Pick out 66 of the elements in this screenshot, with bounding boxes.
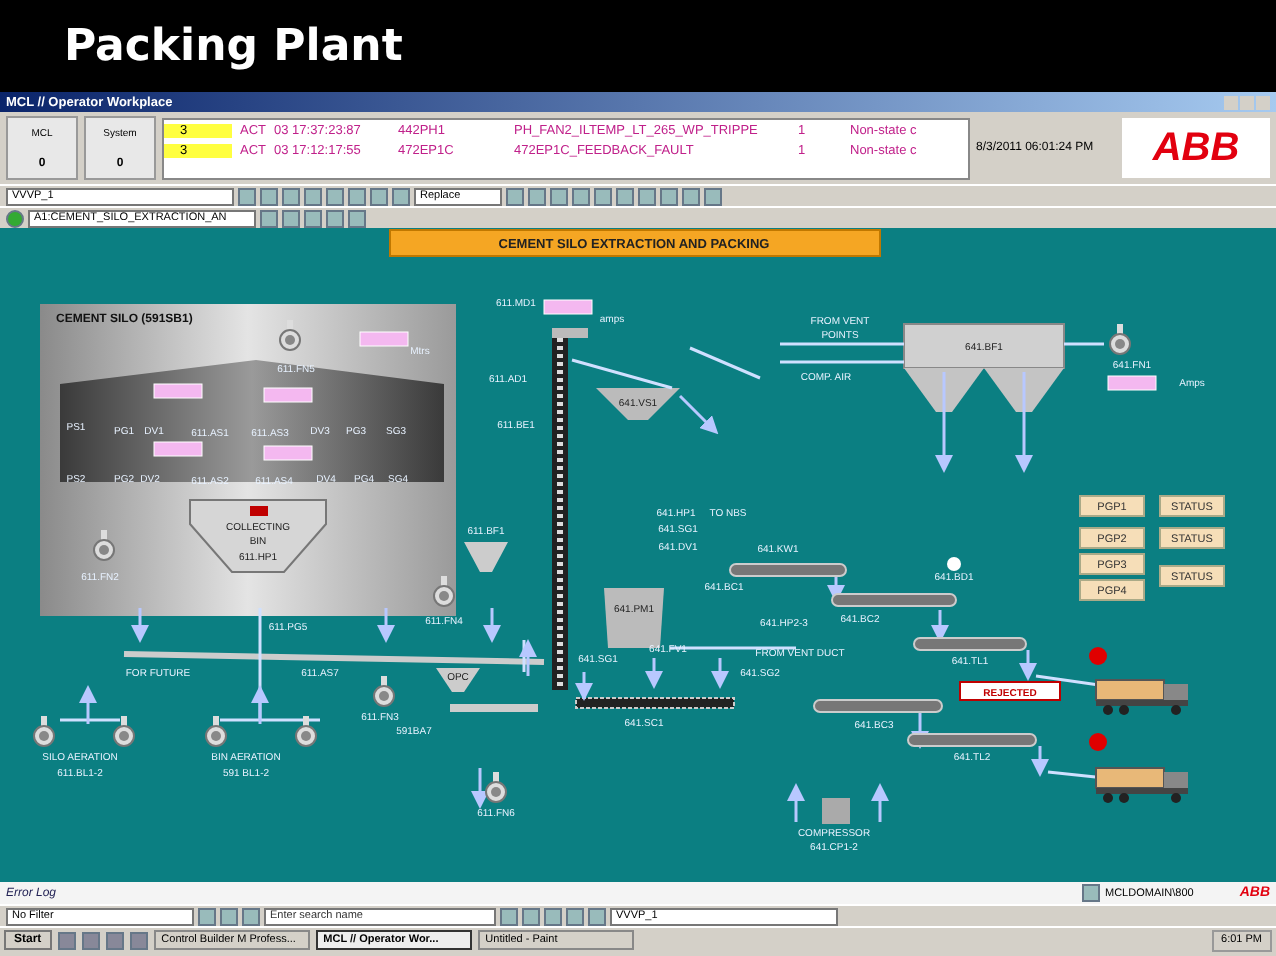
pipe-line xyxy=(571,358,673,390)
fan-icon xyxy=(93,530,115,561)
slide-title: Packing Plant xyxy=(64,21,403,71)
pipe-line xyxy=(522,640,526,672)
hopper xyxy=(596,388,680,420)
meter-display xyxy=(263,387,313,403)
flow-arrow xyxy=(79,685,97,724)
fan-icon xyxy=(279,320,301,351)
flow-arrow xyxy=(787,783,805,822)
flow-arrow xyxy=(931,610,949,643)
flow-arrow xyxy=(935,372,953,473)
pipe-line xyxy=(780,360,904,364)
flow-arrow xyxy=(377,608,395,643)
meter-display xyxy=(153,441,203,457)
meter-display xyxy=(263,445,313,461)
status-indicator xyxy=(250,506,268,516)
flow-arrow xyxy=(1019,650,1037,681)
bin-sensor-icon xyxy=(947,557,961,571)
flow-arrow xyxy=(711,658,729,689)
rejected-sign xyxy=(959,681,1061,701)
flow-arrow xyxy=(871,783,889,822)
fan-icon xyxy=(1109,324,1131,355)
meter-display xyxy=(359,331,409,347)
flow-arrow xyxy=(471,768,489,809)
belt-conveyor xyxy=(907,733,1037,747)
belt-conveyor xyxy=(729,563,847,577)
belt-conveyor xyxy=(913,637,1027,651)
meter-display xyxy=(543,299,593,315)
fan-icon xyxy=(113,716,135,747)
fan-icon xyxy=(33,716,55,747)
meter-display xyxy=(153,383,203,399)
air-slide xyxy=(450,704,538,712)
truck-icon xyxy=(1095,767,1188,803)
pipe-line xyxy=(60,718,120,722)
fan-icon xyxy=(373,676,395,707)
hopper xyxy=(436,668,480,692)
belt-conveyor xyxy=(813,699,943,713)
company-logo: ABB xyxy=(1122,118,1270,178)
fan-icon xyxy=(205,716,227,747)
collecting-bin xyxy=(189,499,327,573)
pipe-line xyxy=(670,646,796,650)
flow-arrow xyxy=(678,394,719,435)
meter-display xyxy=(1107,375,1157,391)
fan-icon xyxy=(295,716,317,747)
fan-icon xyxy=(433,576,455,607)
compressor-drawing xyxy=(822,798,850,824)
flow-arrow xyxy=(131,608,149,643)
flow-arrow xyxy=(575,672,593,701)
user-icon[interactable] xyxy=(1081,884,1099,902)
pipe-line xyxy=(780,342,904,346)
pipe-line xyxy=(689,346,761,380)
hopper xyxy=(464,542,508,572)
fan-icon xyxy=(485,772,507,803)
flow-arrow xyxy=(251,685,269,724)
truck-icon xyxy=(1095,679,1188,715)
flow-arrow xyxy=(1015,372,1033,473)
pipe-line xyxy=(1064,342,1104,346)
hopper xyxy=(604,588,664,648)
alarm-light-icon xyxy=(1089,647,1107,665)
flow-arrow xyxy=(1031,746,1049,777)
belt-conveyor xyxy=(831,593,957,607)
flow-arrow xyxy=(519,639,537,676)
flow-arrow xyxy=(645,658,663,689)
alarm-light-icon xyxy=(1089,733,1107,751)
flow-arrow xyxy=(483,608,501,643)
back-icon[interactable] xyxy=(6,209,24,227)
